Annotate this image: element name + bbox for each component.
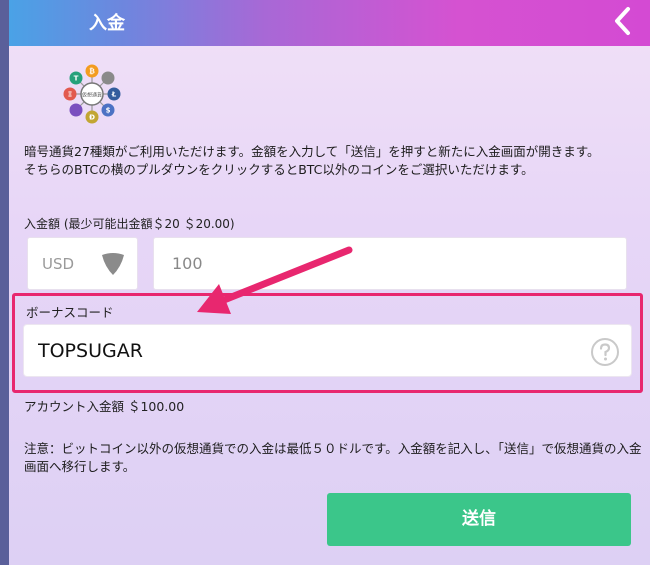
back-button[interactable] [610, 3, 636, 39]
crypto-coins-logo: ₿ Ł Ð Ξ T $ 仮想通貨 [56, 62, 128, 126]
amount-input[interactable] [153, 237, 627, 290]
svg-text:Ł: Ł [111, 91, 117, 99]
currency-value: USD [42, 255, 75, 273]
svg-text:$: $ [106, 107, 111, 115]
currency-select[interactable]: USD [27, 237, 138, 290]
deposit-panel: 入金 ₿ Ł Ð Ξ T $ 仮想通貨 暗号通貨27種類がご利用いただけます。金… [9, 0, 650, 565]
bonus-code-highlight: ボーナスコード [12, 293, 643, 393]
bonus-code-label: ボーナスコード [26, 305, 114, 320]
chevron-down-icon [102, 253, 124, 275]
account-balance: アカウント入金額 ＄100.00 [24, 399, 185, 414]
bonus-help-button[interactable] [589, 336, 621, 368]
notice-line-1: 暗号通貨27種類がご利用いただけます。金額を入力して「送信」を押すと新たに入金画… [24, 144, 600, 159]
amount-label: 入金額 (最少可能出金額＄20 ＄20.00) [24, 217, 235, 231]
svg-text:₿: ₿ [89, 68, 95, 76]
page-title: 入金 [89, 13, 125, 34]
header-bar: 入金 [9, 0, 650, 46]
svg-text:Ξ: Ξ [68, 91, 72, 99]
svg-text:Ð: Ð [89, 114, 95, 122]
chevron-left-icon [615, 7, 630, 35]
bonus-code-input[interactable] [23, 324, 632, 377]
notice-line-2: そちらのBTCの横のプルダウンをクリックするとBTC以外のコインをご選択いただけ… [24, 162, 534, 177]
deposit-warning: 注意：ビットコイン以外の仮想通貨での入金は最低５０ドルです。入金額を記入し、「送… [24, 441, 642, 474]
svg-text:仮想通貨: 仮想通貨 [82, 92, 102, 99]
left-edge-strip [0, 0, 9, 565]
submit-button[interactable]: 送信 [327, 493, 631, 546]
deposit-notice: 暗号通貨27種類がご利用いただけます。金額を入力して「送信」を押すと新たに入金画… [24, 143, 644, 179]
svg-text:T: T [74, 75, 79, 83]
question-circle-icon [591, 338, 619, 366]
